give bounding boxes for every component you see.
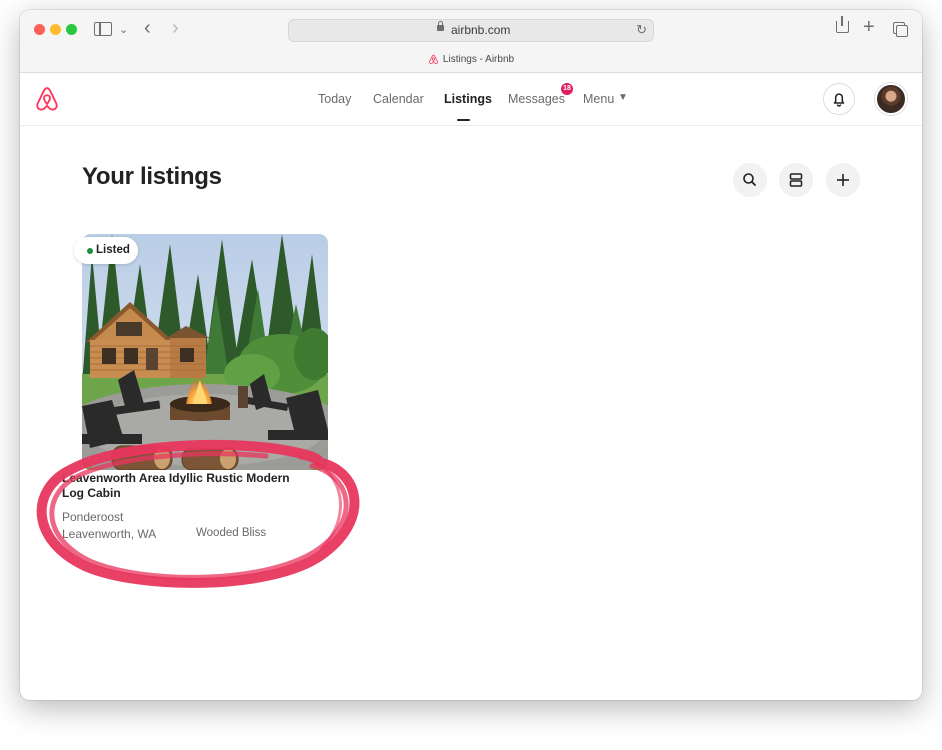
listing-property-name: Ponderoost [62, 510, 124, 524]
new-tab-icon[interactable]: + [863, 17, 875, 37]
listing-location: Leavenworth, WA [62, 527, 157, 541]
messages-count-badge: 18 [561, 83, 573, 95]
search-icon [743, 173, 756, 186]
page-title: Your listings [82, 163, 222, 190]
maximize-window-button[interactable] [66, 24, 77, 35]
list-view-button[interactable] [779, 163, 813, 197]
notifications-button[interactable] [823, 83, 855, 115]
nav-calendar[interactable]: Calendar [373, 92, 424, 106]
reload-icon[interactable]: ↻ [636, 22, 647, 38]
tab[interactable]: Listings - Airbnb [20, 54, 922, 65]
list-view-icon [789, 173, 803, 187]
status-label: Listed [96, 244, 130, 256]
nav-messages[interactable]: Messages [508, 92, 565, 106]
chevron-down-icon[interactable]: ⌄ [119, 22, 128, 38]
active-tab-indicator [457, 119, 470, 121]
tab-overview-icon[interactable] [893, 22, 908, 37]
listing-tag: Wooded Bliss [196, 527, 267, 539]
airbnb-logo-icon[interactable] [34, 85, 60, 113]
tab-title: Listings - Airbnb [442, 54, 515, 66]
listing-title[interactable]: Leavenworth Area Idyllic Rustic Modern L… [62, 471, 312, 501]
airbnb-tab-icon [429, 54, 438, 65]
search-listings-button[interactable] [733, 163, 767, 197]
forward-arrow-icon[interactable]: › [172, 18, 179, 38]
url-text: airbnb.com [451, 23, 511, 37]
profile-avatar[interactable] [875, 83, 907, 115]
status-dot-icon [87, 248, 93, 254]
add-icon [837, 174, 849, 186]
back-arrow-icon[interactable]: ‹ [144, 18, 151, 38]
bell-icon [833, 93, 845, 107]
browser-window: ⌄ ‹ › airbnb.com ↻ + Listings - Airbnb T… [20, 10, 922, 700]
add-listing-button[interactable] [826, 163, 860, 197]
cabin-photo-illustration [82, 234, 328, 470]
close-window-button[interactable] [34, 24, 45, 35]
chevron-down-icon[interactable]: ▼ [618, 92, 628, 103]
sidebar-toggle-icon[interactable] [94, 22, 112, 36]
minimize-window-button[interactable] [50, 24, 61, 35]
listed-status-badge: Listed [74, 237, 138, 264]
browser-toolbar: ⌄ ‹ › airbnb.com ↻ + Listings - Airbnb [20, 10, 922, 73]
nav-today[interactable]: Today [318, 92, 351, 106]
nav-menu[interactable]: Menu [583, 92, 614, 106]
nav-listings[interactable]: Listings [444, 92, 492, 106]
address-bar[interactable]: airbnb.com ↻ [288, 19, 654, 42]
lock-icon [437, 21, 444, 31]
listing-photo[interactable] [82, 234, 328, 470]
app-header: Today Calendar Listings Messages 18 Menu… [20, 72, 922, 126]
share-icon[interactable] [836, 16, 849, 33]
